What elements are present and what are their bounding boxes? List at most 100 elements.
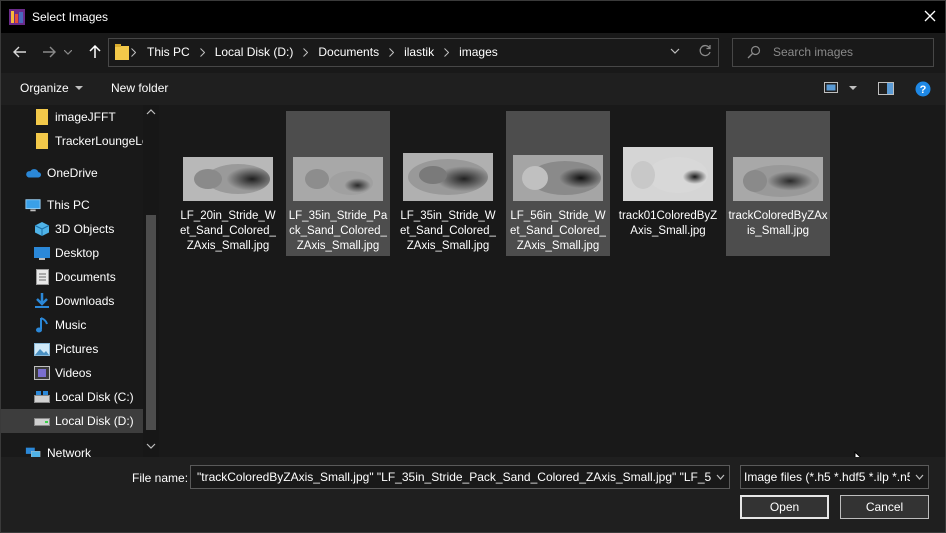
file-item[interactable]: trackColoredByZAxis_Small.jpg: [726, 111, 830, 256]
chevron-down-icon: [74, 85, 83, 90]
search-input[interactable]: Search images: [773, 45, 853, 59]
cancel-button[interactable]: Cancel: [840, 495, 929, 519]
cube-icon: [34, 221, 50, 237]
dialog-footer: File name: "trackColoredByZAxis_Small.jp…: [1, 457, 945, 532]
nav-item-pictures[interactable]: Pictures: [1, 337, 143, 361]
file-item[interactable]: LF_35in_Stride_Pack_Sand_Colored_ZAxis_S…: [286, 111, 390, 256]
image-thumbnail: [623, 147, 713, 201]
nav-scrollbar[interactable]: [143, 105, 159, 457]
folder-icon: [35, 133, 51, 149]
file-name-field[interactable]: "trackColoredByZAxis_Small.jpg" "LF_35in…: [190, 465, 730, 489]
close-icon: [924, 10, 936, 22]
up-button[interactable]: [84, 41, 106, 63]
back-button[interactable]: [9, 41, 31, 63]
new-folder-label: New folder: [111, 81, 169, 95]
nav-item-local-disk-c[interactable]: Local Disk (C:): [1, 385, 143, 409]
nav-item-label: imageJFFT: [55, 110, 116, 124]
file-item[interactable]: LF_35in_Stride_Wet_Sand_Colored_ZAxis_Sm…: [396, 111, 500, 256]
search-box[interactable]: Search images: [732, 38, 934, 67]
file-name: LF_56in_Stride_Wet_Sand_Colored_ZAxis_Sm…: [510, 210, 606, 252]
desktop-icon: [34, 245, 50, 261]
nav-item-videos[interactable]: Videos: [1, 361, 143, 385]
nav-item-label: TrackerLoungeLog: [55, 134, 143, 148]
image-thumbnail: [513, 155, 603, 201]
recent-locations-button[interactable]: [61, 41, 75, 63]
breadcrumb-separator-icon: [303, 47, 309, 57]
breadcrumb-local-disk-d[interactable]: Local Disk (D:): [215, 45, 294, 59]
download-icon: [34, 293, 50, 309]
breadcrumb-ilastik[interactable]: ilastik: [404, 45, 434, 59]
drive-icon: [34, 389, 50, 405]
file-name-value[interactable]: "trackColoredByZAxis_Small.jpg" "LF_35in…: [197, 470, 729, 484]
breadcrumb-separator-icon: [444, 47, 450, 57]
breadcrumb-this-pc[interactable]: This PC: [147, 45, 190, 59]
file-name: trackColoredByZAxis_Small.jpg: [728, 210, 828, 237]
nav-item-trackerlounge[interactable]: TrackerLoungeLog: [1, 129, 143, 153]
breadcrumb: This PC Local Disk (D:) Documents ilasti…: [147, 45, 498, 59]
chevron-down-icon: [716, 474, 724, 480]
file-item[interactable]: LF_20in_Stride_Wet_Sand_Colored_ZAxis_Sm…: [176, 111, 280, 256]
view-options-icon[interactable]: [824, 82, 840, 95]
file-name-dropdown[interactable]: [711, 466, 729, 488]
open-button[interactable]: Open: [740, 495, 829, 519]
refresh-icon[interactable]: [698, 44, 712, 58]
file-name-label: File name:: [132, 471, 189, 485]
nav-item-label: Documents: [55, 270, 116, 284]
address-history-chevron-icon[interactable]: [670, 46, 680, 56]
nav-item-label: Videos: [55, 366, 92, 380]
organize-label: Organize: [20, 81, 69, 95]
breadcrumb-separator-icon: [389, 47, 395, 57]
organize-button[interactable]: Organize: [20, 81, 83, 95]
file-type-dropdown[interactable]: [910, 466, 928, 488]
help-icon[interactable]: ?: [915, 81, 931, 97]
nav-item-network[interactable]: Network: [1, 441, 143, 457]
svg-text:?: ?: [920, 84, 927, 96]
file-dialog: Select Images This PC Local Disk (D:) Do…: [0, 0, 946, 533]
nav-item-onedrive[interactable]: OneDrive: [1, 161, 143, 185]
nav-item-desktop[interactable]: Desktop: [1, 241, 143, 265]
nav-item-label: Network: [47, 446, 92, 457]
nav-item-downloads[interactable]: Downloads: [1, 289, 143, 313]
nav-item-music[interactable]: Music: [1, 313, 143, 337]
nav-item-label: Local Disk (D:): [55, 414, 134, 428]
preview-pane-icon[interactable]: [878, 82, 894, 95]
scroll-down-icon[interactable]: [146, 443, 156, 449]
chevron-down-icon[interactable]: [849, 86, 857, 91]
file-list: LF_20in_Stride_Wet_Sand_Colored_ZAxis_Sm…: [160, 105, 945, 469]
document-icon: [34, 269, 50, 285]
file-name: LF_20in_Stride_Wet_Sand_Colored_ZAxis_Sm…: [180, 210, 276, 252]
nav-item-label: Pictures: [55, 342, 99, 356]
scrollbar-thumb[interactable]: [146, 215, 156, 430]
nav-item-documents[interactable]: Documents: [1, 265, 143, 289]
file-item[interactable]: LF_56in_Stride_Wet_Sand_Colored_ZAxis_Sm…: [506, 111, 610, 256]
file-type-filter[interactable]: Image files (*.h5 *.hdf5 *.ilp *.n5 *.np…: [740, 465, 929, 489]
arrow-left-icon: [13, 46, 26, 58]
network-icon: [25, 445, 41, 457]
folder-icon: [115, 44, 129, 60]
nav-item-imagejfft[interactable]: imageJFFT: [1, 105, 143, 129]
breadcrumb-documents[interactable]: Documents: [318, 45, 379, 59]
breadcrumb-images[interactable]: images: [459, 45, 498, 59]
nav-item-local-disk-d[interactable]: Local Disk (D:): [1, 409, 143, 433]
ilastik-app-icon: [9, 9, 25, 25]
breadcrumb-separator-icon: [131, 48, 136, 57]
file-name: LF_35in_Stride_Pack_Sand_Colored_ZAxis_S…: [288, 210, 388, 252]
file-item[interactable]: track01ColoredByZAxis_Small.jpg: [616, 111, 720, 256]
nav-item-label: This PC: [47, 198, 90, 212]
forward-button[interactable]: [38, 41, 60, 63]
nav-item-label: 3D Objects: [55, 222, 115, 236]
music-icon: [34, 317, 50, 333]
nav-item-this-pc[interactable]: This PC: [1, 193, 143, 217]
arrow-up-icon: [89, 45, 101, 58]
nav-item-3d-objects[interactable]: 3D Objects: [1, 217, 143, 241]
address-bar[interactable]: This PC Local Disk (D:) Documents ilasti…: [108, 38, 719, 67]
folder-icon: [35, 109, 51, 125]
image-thumbnail: [403, 153, 493, 201]
scroll-up-icon[interactable]: [146, 109, 156, 115]
nav-item-label: OneDrive: [47, 166, 98, 180]
close-button[interactable]: [915, 1, 945, 31]
window-title: Select Images: [32, 10, 109, 24]
cloud-icon: [25, 165, 41, 181]
new-folder-button[interactable]: New folder: [111, 81, 168, 95]
breadcrumb-separator-icon: [199, 47, 205, 57]
